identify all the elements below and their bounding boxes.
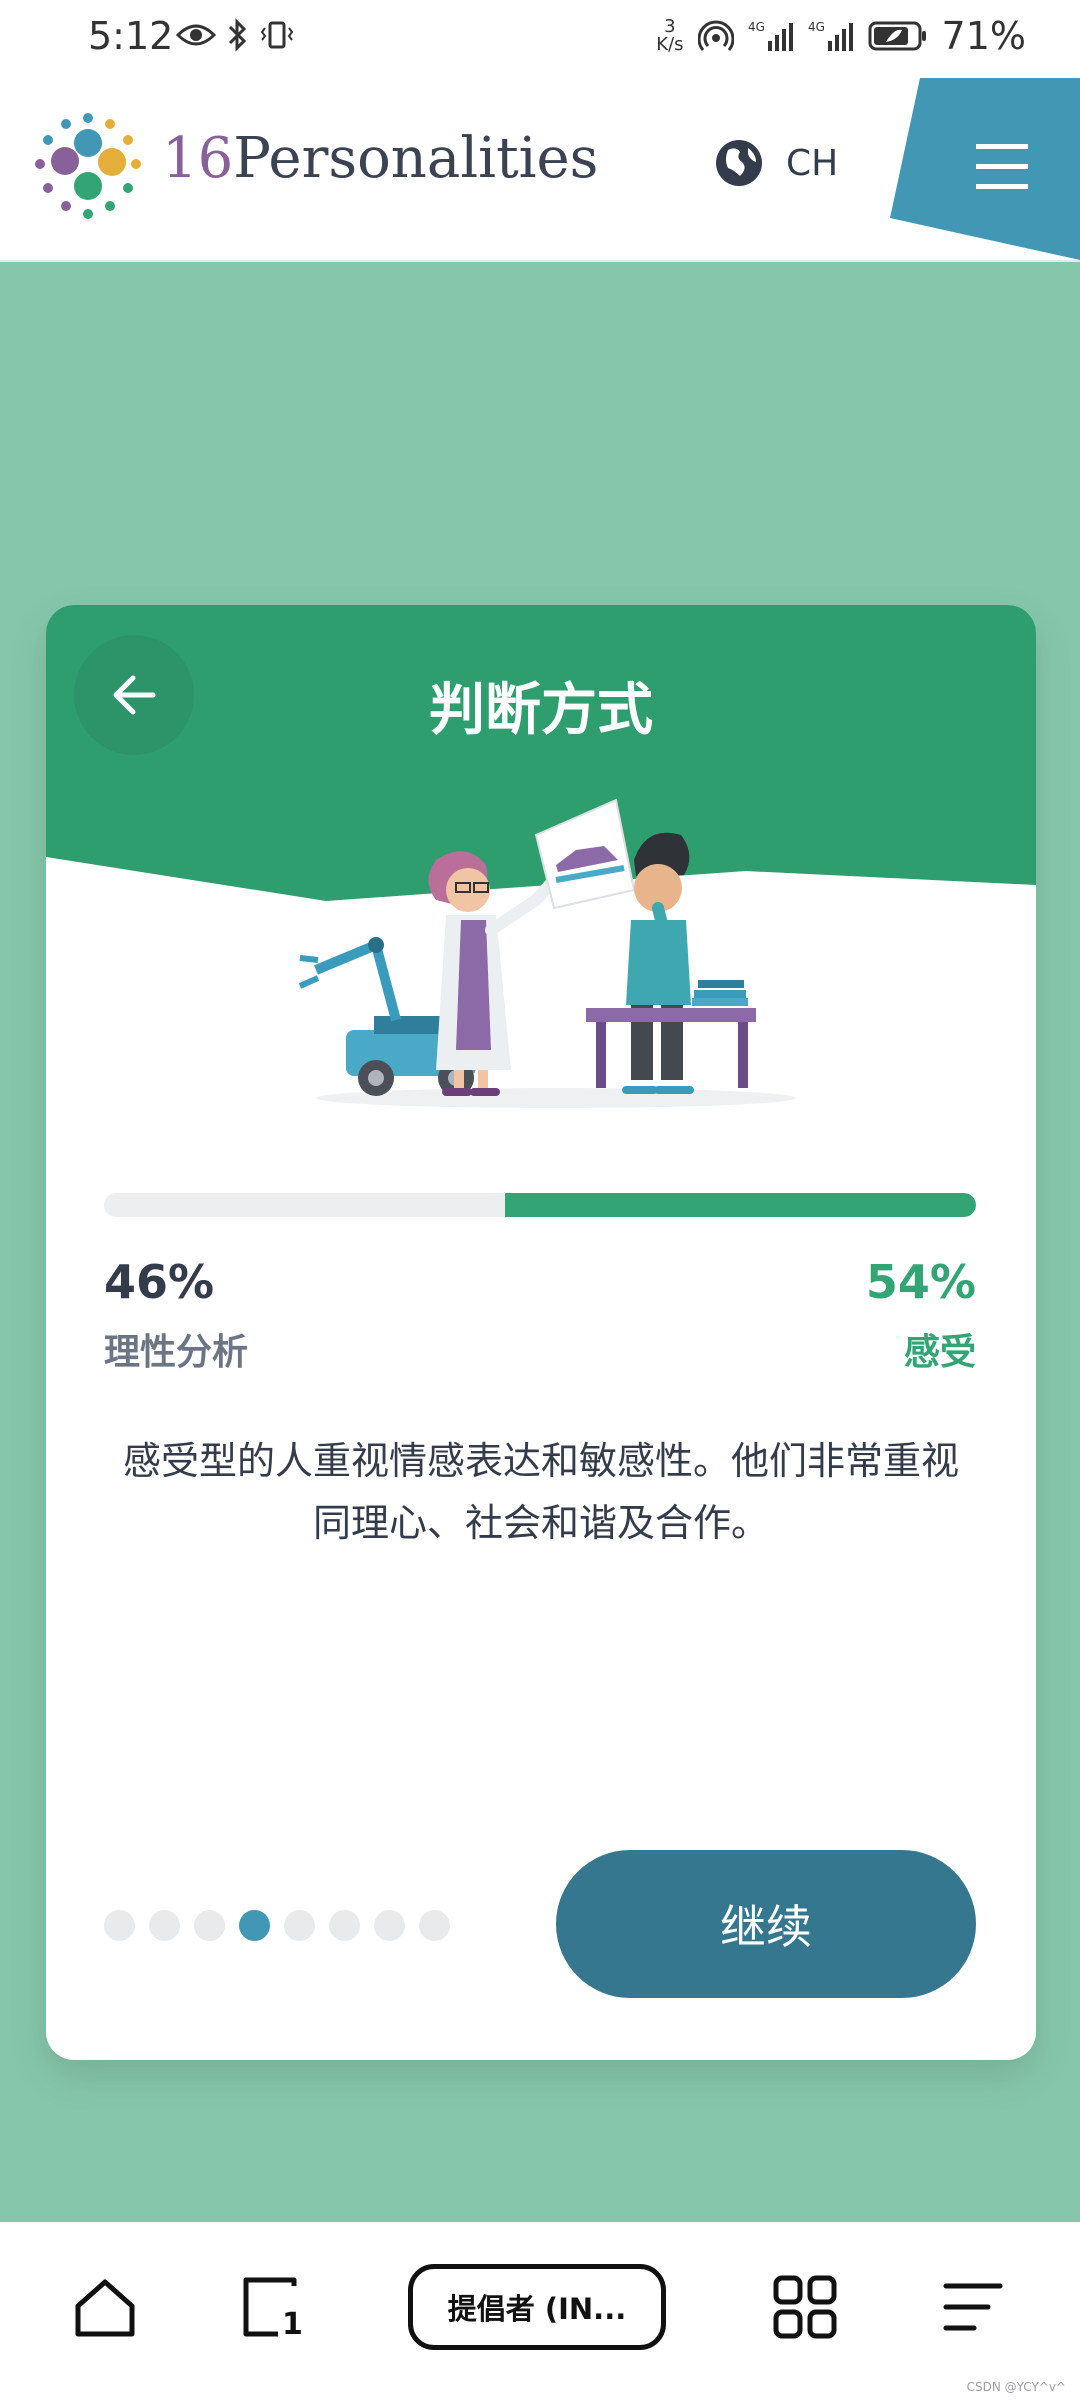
status-bar: 5:12 3 K/s 4G 4G 71% [0,0,1080,78]
trait-description: 感受型的人重视情感表达和敏感性。他们非常重视同理心、社会和谐及合作。 [122,1439,959,1545]
logo-dots-icon[interactable] [28,108,148,228]
status-right-icons: 3 K/s 4G 4G 71% [656,14,1026,58]
tabs-icon[interactable]: 1 [238,2272,308,2342]
pagination-dot [194,1910,225,1941]
pagination-dot-active [239,1910,270,1941]
pagination-dot [419,1910,450,1941]
pagination-dot [284,1910,315,1941]
eye-icon [176,24,216,46]
signal-icon: 4G [748,20,793,51]
current-tab-pill[interactable]: 提倡者 (IN... [408,2264,666,2350]
watermark: CSDN @YCY^v^ [966,2380,1066,2394]
continue-button[interactable]: 继续 [556,1850,976,1998]
site-header: 16Personalities CH [0,78,1080,262]
language-selector[interactable]: CH [714,138,838,188]
left-percent: 46% [104,1255,215,1309]
menu-lines-icon[interactable] [940,2272,1010,2342]
right-percent: 54% [865,1255,976,1309]
preference-bar [104,1193,976,1217]
battery-icon [868,21,926,51]
result-card: 判断方式 46% 理性分析 54% 感受 感受型的人重视情感表达和敏感性。他们非… [46,605,1036,2060]
pagination-dot [329,1910,360,1941]
brand-number: 16 [162,126,234,191]
globe-icon [716,140,762,186]
hotspot-icon [697,20,734,51]
brand-text: Personalities [233,126,599,191]
svg-text:4G: 4G [808,20,825,34]
status-left-icons [176,18,294,52]
card-title: 判断方式 [429,678,653,743]
status-time: 5:12 [88,14,174,58]
browser-bottom-bar: 1 提倡者 (IN... CSDN @YCY^v^ [0,2222,1080,2400]
menu-button[interactable] [890,78,1080,260]
home-icon[interactable] [70,2272,140,2342]
speed-unit: K/s [656,34,684,55]
bluetooth-icon [228,18,247,52]
left-label: 理性分析 [104,1332,249,1373]
pagination-dot [374,1910,405,1941]
svg-text:4G: 4G [748,20,765,34]
svg-text:1: 1 [282,2307,303,2342]
language-code: CH [786,142,839,184]
right-label: 感受 [903,1332,976,1373]
pagination-dot [149,1910,180,1941]
preference-bar-fill [505,1193,976,1217]
brand-name[interactable]: 16Personalities [162,126,598,191]
pagination-dot [104,1910,135,1941]
pagination-dots [104,1910,450,1941]
vibrate-icon [260,21,294,49]
apps-grid-icon[interactable] [770,2272,840,2342]
battery-percent: 71% [941,14,1026,58]
scientists-illustration [298,798,796,1108]
network-speed: 3 K/s [656,18,683,54]
signal-icon-2: 4G [808,20,853,51]
